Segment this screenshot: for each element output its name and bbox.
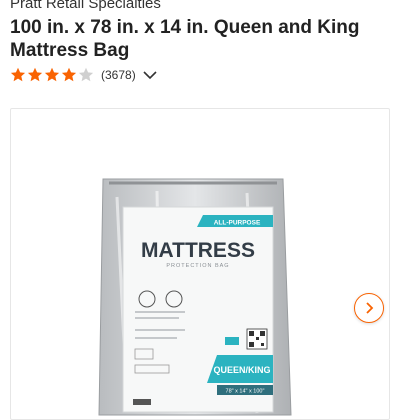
product-title: 100 in. x 78 in. x 14 in. Queen and King… (10, 17, 360, 61)
package-subheading: PROTECTION BAG (166, 263, 229, 269)
package-size-label: QUEEN/KING (213, 365, 270, 375)
package-dimensions: 78" x 14" x 100" (226, 389, 265, 395)
star-icon (27, 67, 43, 82)
rating-summary[interactable]: (3678) (10, 66, 157, 84)
star-icon (44, 67, 60, 82)
brand-link[interactable]: Pratt Retail Specialties (10, 0, 161, 13)
star-icon (78, 67, 94, 82)
next-image-button[interactable] (354, 293, 384, 323)
package-heading: MATTRESS (141, 239, 255, 262)
chevron-down-icon (143, 71, 157, 80)
star-icon (10, 67, 26, 82)
product-image: ALL-PURPOSE MATTRESS PROTECTION BAG QUEE… (98, 178, 292, 416)
package-badge: ALL-PURPOSE (214, 220, 261, 227)
product-image-gallery[interactable]: ALL-PURPOSE MATTRESS PROTECTION BAG QUEE… (10, 108, 390, 420)
star-icon (61, 67, 77, 82)
review-count: (3678) (101, 68, 136, 82)
star-rating (10, 67, 95, 83)
chevron-right-icon (366, 302, 374, 314)
